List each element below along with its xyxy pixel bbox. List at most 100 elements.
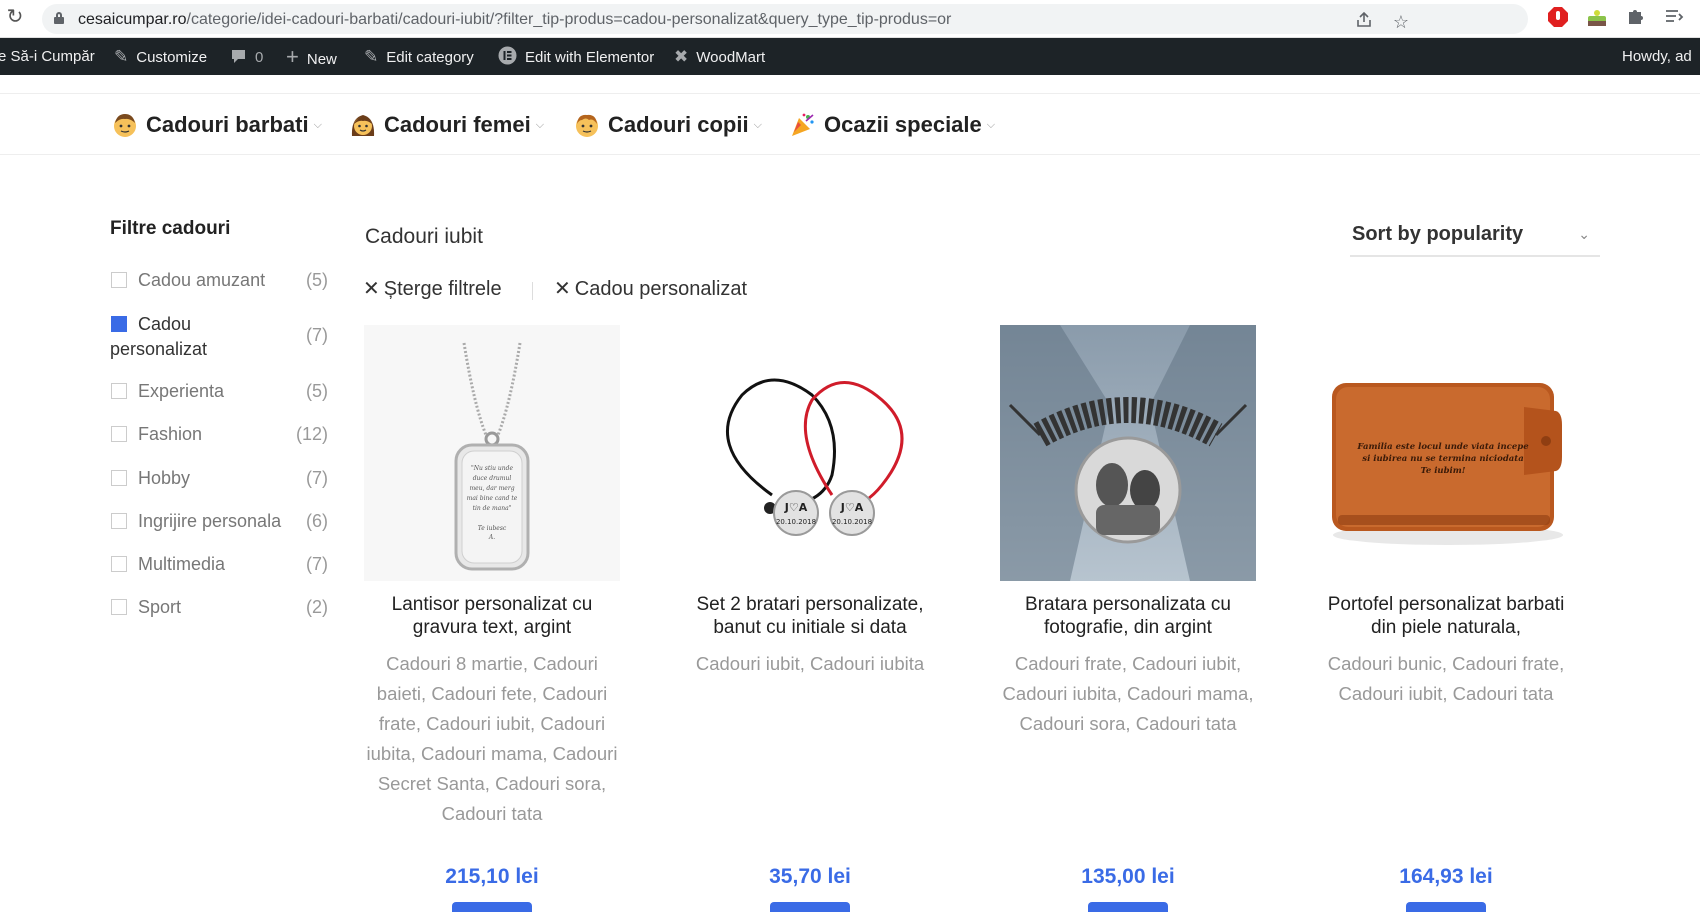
add-to-cart-button[interactable]: [452, 902, 532, 912]
admin-site-name[interactable]: e Să-i Cumpăr: [0, 38, 95, 75]
filter-checkbox[interactable]: [111, 426, 127, 442]
chevron-down-icon: ⌵: [535, 118, 545, 131]
extension-icon[interactable]: [1585, 6, 1609, 30]
engraving-line: Te iubesc: [478, 525, 507, 532]
admin-new[interactable]: + New: [286, 38, 337, 75]
filter-label: Cadou amuzant: [138, 270, 266, 290]
admin-comments[interactable]: 0: [230, 38, 263, 75]
filter-cadou-personalizat[interactable]: Cadou personalizat (7): [110, 312, 330, 362]
category-link[interactable]: Cadouri fete: [431, 683, 532, 704]
filter-checkbox[interactable]: [111, 470, 127, 486]
filter-hobby[interactable]: Hobby (7): [110, 468, 330, 490]
admin-edit-category[interactable]: ✎ Edit category: [364, 38, 474, 75]
filter-label: Fashion: [138, 424, 203, 444]
category-link[interactable]: Cadouri 8 martie: [386, 653, 523, 674]
child-emoji-icon: [574, 112, 600, 138]
engraving-line: A.: [488, 534, 495, 541]
filter-checkbox[interactable]: [111, 513, 127, 529]
category-link[interactable]: Cadouri iubita: [810, 653, 924, 674]
reading-list-icon[interactable]: [1662, 6, 1686, 30]
lock-icon[interactable]: [54, 12, 64, 24]
clear-filters-button[interactable]: ✕ Șterge filtrele: [363, 276, 502, 301]
filter-count: (7): [306, 325, 328, 345]
add-to-cart-button[interactable]: [770, 902, 850, 912]
category-link[interactable]: Cadouri sora: [495, 773, 601, 794]
product-image[interactable]: J♡A 20.10.2018 J♡A 20.10.2018: [682, 325, 938, 581]
clear-filters-label: Șterge filtrele: [383, 278, 502, 300]
add-to-cart-button[interactable]: [1088, 902, 1168, 912]
category-link[interactable]: Cadouri tata: [442, 803, 543, 824]
category-link[interactable]: Cadouri frate: [1015, 653, 1122, 674]
engraving-line: Te iubim!: [1420, 466, 1465, 476]
filter-checkbox[interactable]: [111, 272, 127, 288]
product-name[interactable]: Portofel personalizat barbati din piele …: [1318, 593, 1574, 639]
product-categories: Cadouri frate, Cadouri iubit, Cadouri iu…: [1002, 653, 1254, 734]
category-link[interactable]: Cadouri mama: [1127, 683, 1248, 704]
filter-multimedia[interactable]: Multimedia (7): [110, 554, 330, 576]
category-link[interactable]: Cadouri bunic: [1328, 653, 1442, 674]
product-name[interactable]: Bratara personalizata cu fotografie, din…: [1000, 593, 1256, 639]
filter-ingrijire-personala[interactable]: Ingrijire personala (6): [110, 511, 330, 533]
filter-experienta[interactable]: Experienta (5): [110, 381, 330, 403]
admin-edit-elementor-label: Edit with Elementor: [525, 49, 655, 66]
product-image[interactable]: Familia este locul unde viata incepe si …: [1318, 325, 1574, 581]
category-link[interactable]: Cadouri frate: [1452, 653, 1559, 674]
category-link[interactable]: Cadouri iubit: [1132, 653, 1236, 674]
man-emoji-icon: [112, 112, 138, 138]
brush-icon: ✎: [114, 47, 129, 66]
product-name[interactable]: Lantisor personalizat cu gravura text, a…: [364, 593, 620, 639]
filter-count: (7): [306, 468, 328, 488]
adblock-icon[interactable]: [1546, 6, 1570, 30]
filter-fashion[interactable]: Fashion (12): [110, 424, 330, 446]
filter-checkbox[interactable]: [111, 599, 127, 615]
category-link[interactable]: Cadouri iubit: [426, 713, 530, 734]
url-path: /categorie/idei-cadouri-barbati/cadouri-…: [186, 11, 952, 28]
category-link[interactable]: Cadouri iubit: [1339, 683, 1443, 704]
nav-ocazii-speciale[interactable]: Ocazii speciale ⌵: [790, 108, 995, 142]
chevron-down-icon: ⌵: [986, 118, 996, 131]
product-name[interactable]: Set 2 bratari personalizate, banut cu in…: [682, 593, 938, 639]
add-to-cart-button[interactable]: [1406, 902, 1486, 912]
product-card: J♡A 20.10.2018 J♡A 20.10.2018 Set 2 brat…: [682, 325, 938, 912]
admin-customize[interactable]: ✎ Customize: [114, 38, 207, 75]
category-link[interactable]: Cadouri tata: [1453, 683, 1554, 704]
nav-cadouri-femei[interactable]: Cadouri femei ⌵: [350, 108, 544, 142]
filter-checkbox[interactable]: [111, 383, 127, 399]
product-card: Bratara personalizata cu fotografie, din…: [1000, 325, 1256, 912]
admin-howdy[interactable]: Howdy, ad: [1622, 38, 1692, 75]
elementor-icon: [498, 38, 517, 75]
admin-woodmart[interactable]: ✖ WoodMart: [674, 38, 765, 75]
puzzle-icon[interactable]: [1624, 6, 1648, 30]
category-link[interactable]: Cadouri tata: [1136, 713, 1237, 734]
star-icon[interactable]: ☆: [1389, 10, 1413, 34]
woman-emoji-icon: [350, 112, 376, 138]
category-link[interactable]: Cadouri iubit: [696, 653, 800, 674]
active-filter-chip[interactable]: ✕ Cadou personalizat: [554, 276, 747, 301]
sort-label: Sort by popularity: [1352, 223, 1524, 245]
filter-count: (5): [306, 381, 328, 401]
filter-checkbox[interactable]: [111, 556, 127, 572]
nav-cadouri-copii[interactable]: Cadouri copii ⌵: [574, 108, 762, 142]
filter-cadou-amuzant[interactable]: Cadou amuzant (5): [110, 270, 330, 292]
engraving-line: Familia este locul unde viata incepe: [1356, 442, 1529, 452]
admin-edit-elementor[interactable]: Edit with Elementor: [498, 38, 654, 75]
category-link[interactable]: Cadouri iubita: [1003, 683, 1117, 704]
category-link[interactable]: Cadouri mama: [421, 743, 542, 764]
product-image[interactable]: [1000, 325, 1256, 581]
share-icon[interactable]: [1352, 10, 1376, 34]
category-link[interactable]: Cadouri sora: [1020, 713, 1126, 734]
active-filter-label: Cadou personalizat: [574, 278, 748, 300]
filter-sport[interactable]: Sport (2): [110, 597, 330, 619]
product-image[interactable]: "Nu stiu unde duce drumul meu, dar merg …: [364, 325, 620, 581]
chevron-down-icon: ⌄: [1578, 226, 1590, 242]
product-price: 135,00 lei: [1081, 865, 1175, 888]
coin-date: 20.10.2018: [832, 518, 872, 526]
reload-icon[interactable]: ↻: [4, 6, 26, 28]
filter-count: (12): [295, 424, 328, 444]
address-bar[interactable]: cesaicumpar.ro/categorie/idei-cadouri-ba…: [42, 4, 1528, 34]
sort-select[interactable]: Sort by popularity ⌄: [1350, 220, 1600, 257]
nav-cadouri-barbati[interactable]: Cadouri barbati ⌵: [112, 108, 322, 142]
filter-count: (5): [306, 270, 328, 290]
filter-count: (2): [306, 597, 328, 617]
admin-new-label: New: [306, 51, 337, 68]
